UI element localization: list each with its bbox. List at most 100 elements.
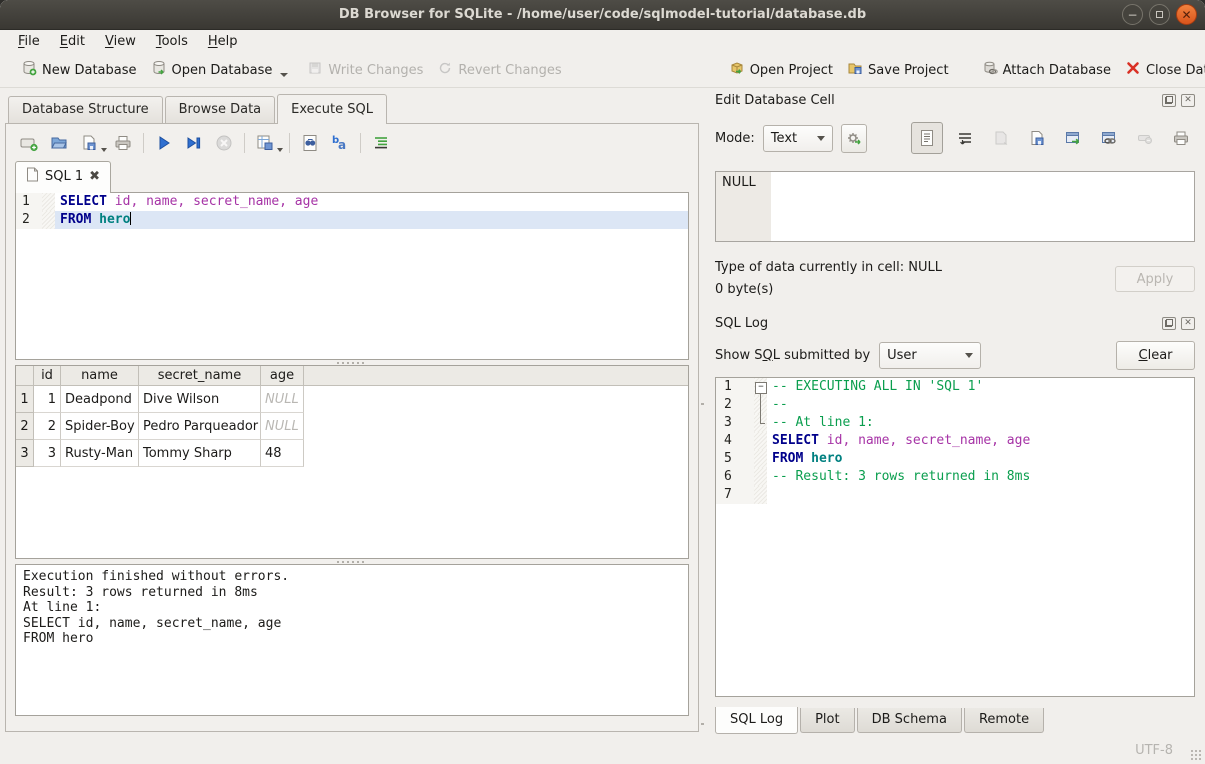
write-changes-button[interactable]: Write Changes [300,56,430,84]
window-controls: − ✕ [1122,4,1197,25]
open-in-external-app-button[interactable] [1059,124,1087,152]
code-line[interactable]: 5FROM hero [716,450,1194,468]
tab-db-schema[interactable]: DB Schema [857,708,962,733]
close-panel-button[interactable]: ✕ [1181,94,1195,107]
menu-help[interactable]: Help [198,32,248,51]
code-line[interactable]: 2-- [716,396,1194,414]
apply-button[interactable]: Apply [1115,266,1195,292]
table-row[interactable]: 22Spider-BoyPedro ParqueadorNULL [16,413,688,440]
close-button[interactable]: ✕ [1176,4,1197,25]
maximize-button[interactable] [1149,4,1170,25]
code-line[interactable]: 1SELECT id, name, secret_name, age [16,193,688,211]
table-cell[interactable]: Rusty-Man [61,440,139,467]
row-header[interactable]: 2 [16,413,34,440]
sql-log-view[interactable]: 1-- EXECUTING ALL IN 'SQL 1'2--3-- At li… [715,377,1195,697]
table-cell[interactable]: Dive Wilson [139,386,261,413]
execution-message-area[interactable]: Execution finished without errors.Result… [15,564,689,716]
tab-remote[interactable]: Remote [964,708,1044,733]
menu-file[interactable]: File [8,32,50,51]
set-null-button[interactable] [1131,124,1159,152]
open-project-button[interactable]: Open Project [722,56,840,84]
code-line[interactable]: 4SELECT id, name, secret_name, age [716,432,1194,450]
format-sql-button[interactable] [367,129,395,157]
attach-database-button[interactable]: Attach Database [975,56,1118,84]
table-row[interactable]: 11DeadpondDive WilsonNULL [16,386,688,413]
float-panel-button[interactable] [1162,317,1176,330]
close-sql-tab-icon[interactable]: ✖ [89,170,100,183]
resize-grip[interactable] [1190,749,1202,761]
clear-log-button[interactable]: Clear [1116,341,1195,370]
export-cell-data-button[interactable] [1023,124,1051,152]
submitted-by-select[interactable]: User [879,342,981,369]
float-icon [1165,319,1173,327]
column-header-secret_name[interactable]: secret_name [139,366,261,386]
table-corner[interactable] [16,366,34,386]
tab-database-structure[interactable]: Database Structure [8,96,163,123]
cell-value-editor[interactable]: NULL [715,171,1195,242]
cell-editor-body[interactable] [771,172,1194,241]
filter-label: Show SQL submitted by [715,348,870,363]
code-line[interactable]: 7 [716,486,1194,504]
stop-execution-button[interactable] [210,129,238,157]
open-database-dropdown-icon[interactable] [280,73,288,77]
row-header[interactable]: 1 [16,386,34,413]
table-cell[interactable]: Spider-Boy [61,413,139,440]
table-cell[interactable]: NULL [261,413,304,440]
menu-edit[interactable]: Edit [50,32,95,51]
save-sql-dropdown-icon[interactable] [101,148,107,152]
table-cell[interactable]: 2 [34,413,61,440]
code-line[interactable]: 3-- At line 1: [716,414,1194,432]
autocomplete-button[interactable]: ba [326,129,354,157]
print-sql-button[interactable] [109,129,137,157]
save-project-button[interactable]: Save Project [840,56,956,84]
save-results-dropdown-icon[interactable] [277,148,283,152]
apply-settings-button[interactable] [841,124,867,153]
column-header-age[interactable]: age [261,366,304,386]
new-database-button[interactable]: New Database [14,56,144,84]
import-cell-data-button[interactable] [987,124,1015,152]
sql-editor[interactable]: 1SELECT id, name, secret_name, age2FROM … [15,192,689,360]
close-database-button[interactable]: Close Database [1118,56,1205,84]
word-wrap-button[interactable] [951,124,979,152]
fold-marker[interactable] [754,378,767,396]
close-panel-button[interactable]: ✕ [1181,317,1195,330]
table-cell[interactable]: Tommy Sharp [139,440,261,467]
column-header-name[interactable]: name [61,366,139,386]
float-panel-button[interactable] [1162,94,1176,107]
table-cell[interactable]: 48 [261,440,304,467]
print-cell-button[interactable] [1167,124,1195,152]
code-line[interactable]: 2FROM hero [16,211,688,229]
minimize-button[interactable]: − [1122,4,1143,25]
save-results-button[interactable] [251,129,279,157]
menu-view[interactable]: View [95,32,146,51]
table-cell[interactable]: 3 [34,440,61,467]
tab-plot[interactable]: Plot [800,708,855,733]
execute-current-line-button[interactable] [180,129,208,157]
titlebar[interactable]: DB Browser for SQLite - /home/user/code/… [0,0,1205,30]
new-sql-tab-button[interactable] [15,129,43,157]
table-cell[interactable]: NULL [261,386,304,413]
save-sql-file-button[interactable] [75,129,103,157]
find-text-button[interactable] [296,129,324,157]
column-header-id[interactable]: id [34,366,61,386]
tab-sql-log[interactable]: SQL Log [715,707,798,734]
open-database-button[interactable]: Open Database [144,56,280,84]
encoding-indicator[interactable]: UTF-8 [1135,743,1173,758]
text-mode-button[interactable] [911,122,943,154]
execute-all-button[interactable] [150,129,178,157]
copy-url-button[interactable] [1095,124,1123,152]
table-row[interactable]: 33Rusty-ManTommy Sharp48 [16,440,688,467]
sql-1-tab[interactable]: SQL 1 ✖ [15,161,111,193]
menu-tools[interactable]: Tools [146,32,198,51]
code-line[interactable]: 1-- EXECUTING ALL IN 'SQL 1' [716,378,1194,396]
revert-changes-button[interactable]: Revert Changes [430,56,568,84]
mode-select[interactable]: Text [763,125,833,152]
tab-browse-data[interactable]: Browse Data [165,96,276,123]
table-cell[interactable]: 1 [34,386,61,413]
table-cell[interactable]: Pedro Parqueador [139,413,261,440]
row-header[interactable]: 3 [16,440,34,467]
tab-execute-sql[interactable]: Execute SQL [277,94,387,124]
code-line[interactable]: 6-- Result: 3 rows returned in 8ms [716,468,1194,486]
table-cell[interactable]: Deadpond [61,386,139,413]
open-sql-file-button[interactable] [45,129,73,157]
